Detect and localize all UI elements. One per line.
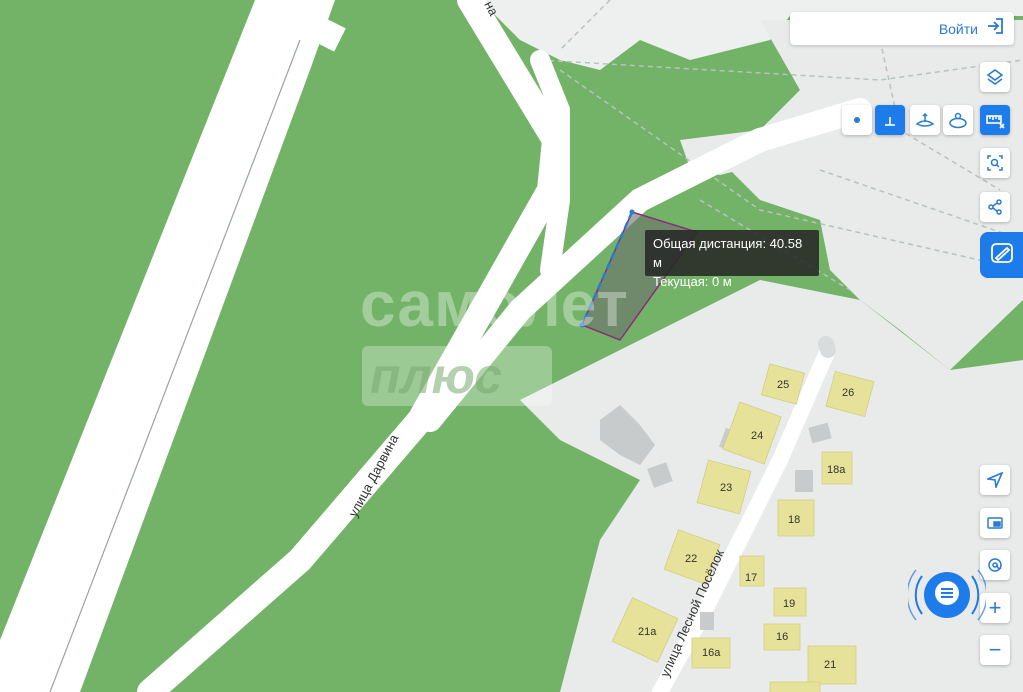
house-number-label: 16а: [702, 647, 721, 659]
house-number-label: 25: [777, 379, 789, 391]
measure-line-button[interactable]: [875, 105, 905, 135]
chat-icon: [934, 580, 960, 611]
select-area-button[interactable]: [980, 148, 1010, 178]
login-label: Войти: [938, 20, 978, 37]
zoom-out-button[interactable]: −: [980, 635, 1010, 665]
zoom-in-icon: +: [988, 595, 1002, 620]
locate-button[interactable]: [980, 465, 1010, 495]
house-number-label: 22: [685, 553, 697, 565]
house-number-label: 23: [720, 482, 732, 494]
address-icon: [986, 556, 1004, 574]
measure-tooltip: Общая дистанция: 40.58 м Текущая: 0 м: [645, 230, 819, 289]
house-number-label: 24: [751, 430, 763, 442]
share-button[interactable]: [980, 192, 1010, 222]
line-icon: [881, 111, 899, 129]
login-icon: [986, 17, 1004, 40]
layers-icon: [986, 68, 1004, 86]
chat-button[interactable]: [924, 572, 970, 618]
house-number-label: 19: [783, 598, 795, 610]
house-number-label: 18а: [827, 464, 846, 476]
house-number-label: 26: [842, 387, 854, 399]
house-number-label: 21: [824, 659, 836, 671]
point-icon: [852, 115, 862, 125]
ruler-icon: [985, 111, 1005, 129]
map-canvas[interactable]: 25 26 24 18а 23 18 22 17 19 21а 16 16а 2…: [0, 0, 1023, 692]
measure-radius-button[interactable]: [943, 105, 973, 135]
select-area-icon: [986, 154, 1004, 172]
share-icon: [986, 198, 1004, 216]
login-button[interactable]: Войти: [790, 12, 1014, 45]
house-number-label: 21а: [638, 626, 657, 638]
ruler-button[interactable]: [980, 105, 1010, 135]
zoom-out-icon: −: [988, 637, 1002, 662]
house-number-label: 18: [788, 514, 800, 526]
locate-icon: [987, 472, 1003, 488]
panorama-icon: [986, 515, 1004, 531]
measure-current-distance: Текущая: 0 м: [653, 274, 732, 289]
house-number-label: 17: [745, 572, 757, 584]
measure-area-button[interactable]: [910, 105, 940, 135]
measure-total-distance: Общая дистанция: 40.58 м: [653, 236, 803, 270]
panorama-button[interactable]: [980, 508, 1010, 538]
side-panel-tab[interactable]: [980, 232, 1023, 278]
house-number-label: 16: [776, 631, 788, 643]
layers-button[interactable]: [980, 62, 1010, 92]
radius-icon: [948, 111, 968, 129]
ruler-pencil-icon: [989, 240, 1015, 271]
area-icon: [915, 111, 935, 129]
measure-point-button[interactable]: [842, 105, 872, 135]
